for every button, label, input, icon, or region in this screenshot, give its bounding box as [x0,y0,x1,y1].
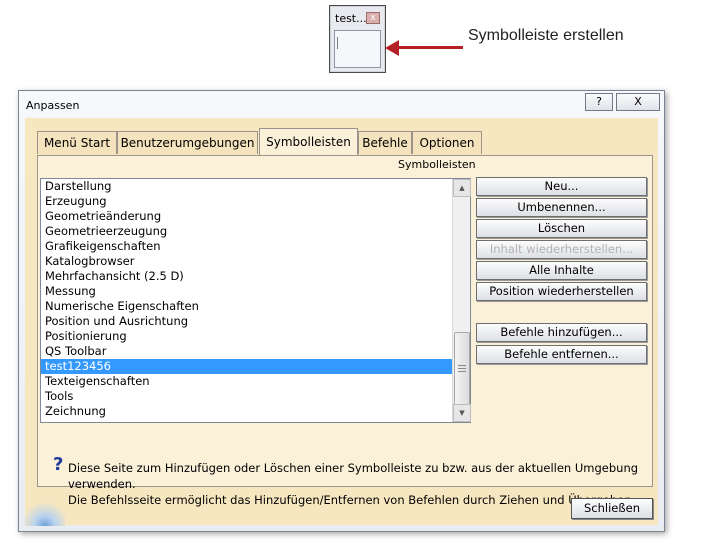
annotation-arrow-line [397,46,463,49]
list-item[interactable]: QS Toolbar [41,344,453,359]
annotation-text: Symbolleiste erstellen [468,27,624,44]
restore-all-contents-button[interactable]: Alle Inhalte wiederherstellen... [476,261,647,294]
list-item[interactable]: Texteigenschaften [41,374,453,389]
dialog-client-area: Menü Start Benutzerumgebungen Symbolleis… [25,118,658,526]
list-scrollbar[interactable]: ▲ ▼ [452,179,471,422]
help-icon: ? [596,95,602,108]
tab-options[interactable]: Optionen [412,131,482,154]
toolbar-preview-grip [337,37,338,49]
close-dialog-button[interactable]: Schließen [571,498,653,519]
scrollbar-thumb[interactable] [454,332,470,406]
decorative-corner-logo [25,496,65,526]
scroll-up-icon[interactable]: ▲ [453,179,471,197]
list-item-selected[interactable]: test123456 [41,359,453,374]
new-button[interactable]: Neu... [476,177,647,196]
toolbar-preview-close-icon[interactable]: x [366,12,380,24]
add-commands-button[interactable]: Befehle hinzufügen... [476,323,647,342]
rename-button[interactable]: Umbenennen... [476,198,647,217]
window-close-button[interactable]: X [616,93,660,111]
customize-dialog: Anpassen ? X Menü Start Benutzerumgebung… [18,90,665,532]
toolbar-list-label: Symbolleisten [398,158,476,171]
toolbar-list[interactable]: Darstellung Erzeugung Geometrieänderung … [40,178,471,423]
delete-button[interactable]: Löschen [476,219,647,238]
list-item[interactable]: Erzeugung [41,194,453,209]
toolbar-preview-window[interactable]: test... x [329,5,386,73]
list-item[interactable]: Positionierung [41,329,453,344]
info-line-2: Die Befehlsseite ermöglicht das Hinzufüg… [68,493,636,507]
toolbar-preview-title: test... [335,12,367,25]
info-line-1: Diese Seite zum Hinzufügen oder Löschen … [68,461,639,491]
info-text: Diese Seite zum Hinzufügen oder Löschen … [68,460,648,508]
info-question-icon: ? [53,454,64,475]
list-item[interactable]: Katalogbrowser [41,254,453,269]
restore-position-button[interactable]: Position wiederherstellen [476,282,647,301]
close-icon: X [634,95,642,108]
remove-commands-button[interactable]: Befehle entfernen... [476,345,647,364]
toolbars-tab-page: Symbolleisten Darstellung Erzeugung Geom… [37,155,653,487]
list-item[interactable]: Geometrieänderung [41,209,453,224]
tab-user-environments[interactable]: Benutzerumgebungen [117,131,258,154]
list-item[interactable]: Mehrfachansicht (2.5 D) [41,269,453,284]
list-item[interactable]: Darstellung [41,179,453,194]
grip-line [458,365,466,366]
list-item[interactable]: Position und Ausrichtung [41,314,453,329]
scroll-down-icon[interactable]: ▼ [453,404,471,422]
tab-toolbars[interactable]: Symbolleisten [259,128,358,155]
list-item[interactable]: Numerische Eigenschaften [41,299,453,314]
list-item[interactable]: Grafikeigenschaften [41,239,453,254]
list-item[interactable]: Tools [41,389,453,404]
help-button[interactable]: ? [585,93,613,111]
list-item[interactable]: Zeichnung [41,404,453,419]
toolbar-preview-body [334,30,381,68]
restore-contents-button[interactable]: Inhalt wiederherstellen... [476,240,647,259]
list-item[interactable]: Messung [41,284,453,299]
tab-commands[interactable]: Befehle [358,131,412,154]
grip-line [458,368,466,369]
list-item[interactable]: Geometrieerzeugung [41,224,453,239]
dialog-title: Anpassen [26,99,80,112]
tab-menu-start[interactable]: Menü Start [37,131,117,154]
grip-line [458,371,466,372]
